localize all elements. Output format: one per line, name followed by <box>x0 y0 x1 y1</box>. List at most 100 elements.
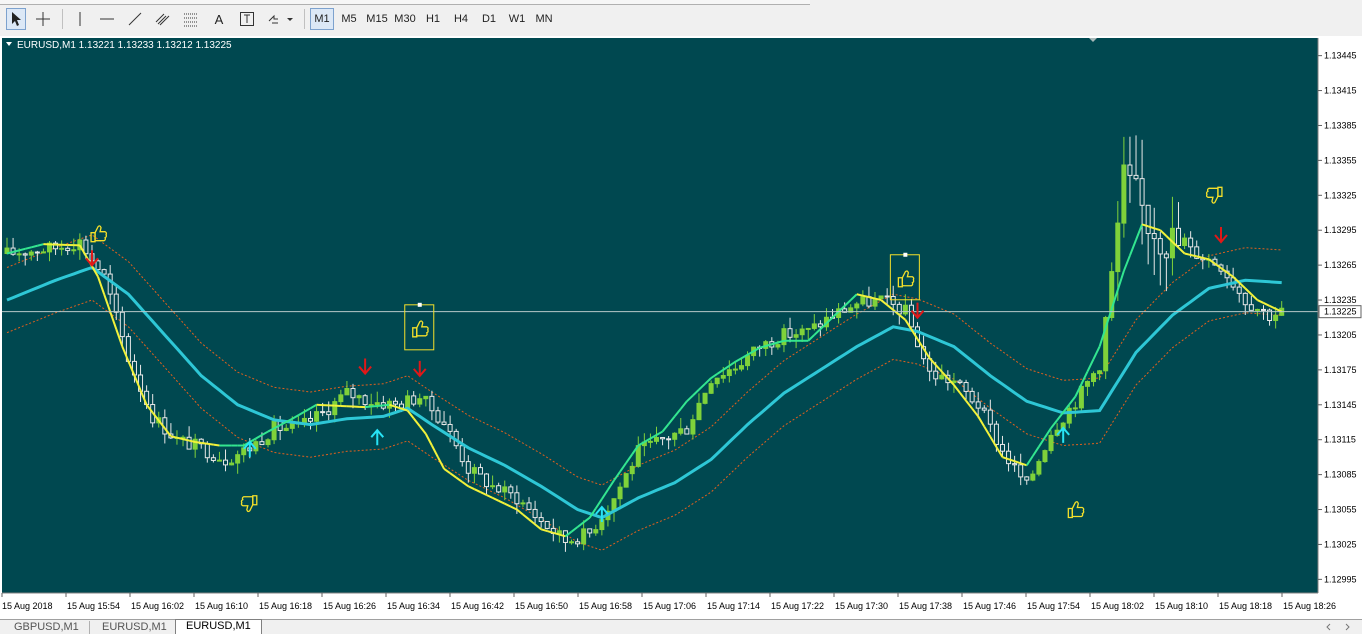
timeframe-mn-button[interactable]: MN <box>532 8 556 30</box>
candle-body <box>1274 315 1278 320</box>
text-tool[interactable]: A <box>208 8 230 30</box>
fast-ma-segment <box>1203 258 1209 259</box>
candle-body <box>958 381 962 382</box>
timeframe-m1-button[interactable]: M1 <box>310 8 334 30</box>
tabs-scroll-arrows-icon[interactable] <box>1326 621 1356 633</box>
candle-body <box>673 433 677 439</box>
candle-body <box>96 261 100 270</box>
candle-body <box>733 369 737 370</box>
arrows-dropdown-icon <box>266 11 294 27</box>
candle-body <box>351 389 355 398</box>
candle-body <box>472 468 476 474</box>
candle-body <box>1085 382 1089 387</box>
candle-body <box>746 356 750 366</box>
time-tick-label: 15 Aug 16:18 <box>259 601 312 611</box>
candle-body <box>478 468 482 474</box>
price-tick-label: 1.13055 <box>1324 505 1357 515</box>
candle-body <box>903 305 907 314</box>
candle-body <box>1098 371 1102 374</box>
trendline-tool[interactable] <box>124 8 146 30</box>
candle-body <box>17 254 21 255</box>
chart-tab-eurusd-active[interactable]: EURUSD,M1 <box>175 619 262 634</box>
arrows-tool[interactable] <box>264 8 296 30</box>
candle-body <box>576 542 580 544</box>
candle-body <box>709 384 713 394</box>
time-axis[interactable]: 15 Aug 201815 Aug 15:5415 Aug 16:0215 Au… <box>2 593 1336 611</box>
candle-body <box>272 421 276 439</box>
price-tick-label: 1.13025 <box>1324 539 1357 549</box>
timeframe-h1-button[interactable]: H1 <box>422 8 444 30</box>
timeframe-m30-button[interactable]: M30 <box>392 8 418 30</box>
candle-body <box>685 429 689 434</box>
candle-body <box>1025 477 1029 480</box>
candle-body <box>41 252 45 253</box>
candle-body <box>1189 238 1193 247</box>
candle-body <box>1067 408 1071 423</box>
time-tick-label: 15 Aug 17:06 <box>643 601 696 611</box>
horizontal-line-tool[interactable] <box>96 8 118 30</box>
candle-body <box>594 530 598 533</box>
fibonacci-icon <box>183 11 199 27</box>
current-price-label: 1.13225 <box>1319 306 1361 318</box>
cursor-tool[interactable] <box>6 8 26 30</box>
text-label-tool[interactable] <box>236 8 258 30</box>
candle-body <box>879 296 883 299</box>
chart-tab-gbpusd[interactable]: GBPUSD,M1 <box>4 621 90 634</box>
price-tick-label: 1.13175 <box>1324 365 1357 375</box>
timeframe-m5-button[interactable]: M5 <box>338 8 360 30</box>
time-tick-label: 15 Aug 17:54 <box>1027 601 1080 611</box>
candle-body <box>1122 165 1126 223</box>
candle-body <box>266 440 270 445</box>
fast-ma-segment <box>869 297 875 298</box>
candle-body <box>217 460 221 461</box>
price-chart[interactable]: EURUSD,M1 1.13221 1.13233 1.13212 1.1322… <box>0 36 1362 619</box>
fast-ma-segment <box>207 444 213 445</box>
time-tick-label: 15 Aug 17:22 <box>771 601 824 611</box>
candle-body <box>527 503 531 510</box>
timeframe-h4-button[interactable]: H4 <box>450 8 472 30</box>
time-tick-label: 15 Aug 16:42 <box>451 601 504 611</box>
candle-body <box>1031 474 1035 480</box>
candle-body <box>1243 293 1247 304</box>
vertical-line-tool[interactable] <box>70 8 90 30</box>
candle-body <box>794 335 798 338</box>
candle-body <box>224 460 228 465</box>
candle-body <box>988 410 992 424</box>
candle-body <box>782 329 786 345</box>
candle-body <box>430 396 434 410</box>
fast-ma-segment <box>213 445 219 446</box>
candle-body <box>982 408 986 410</box>
equidistant-channel-tool[interactable] <box>152 8 174 30</box>
candle-body <box>333 402 337 415</box>
candle-body <box>703 393 707 403</box>
candle-body <box>891 296 895 304</box>
candle-body <box>321 412 325 413</box>
candle-body <box>509 487 513 493</box>
chart-tabs-bar: GBPUSD,M1 EURUSD,M1 EURUSD,M1 <box>0 619 1362 634</box>
candle-body <box>1183 238 1187 245</box>
crosshair-tool[interactable] <box>32 8 54 30</box>
candle-body <box>964 383 968 392</box>
candle-body <box>545 521 549 528</box>
timeframe-d1-button[interactable]: D1 <box>478 8 500 30</box>
fast-ma-segment <box>171 436 177 437</box>
candle-body <box>491 486 495 487</box>
price-tick-label: 1.13085 <box>1324 470 1357 480</box>
fibonacci-tool[interactable] <box>180 8 202 30</box>
candle-body <box>205 444 209 458</box>
fast-ma-segment <box>1197 256 1203 257</box>
timeframe-m15-button[interactable]: M15 <box>364 8 390 30</box>
candle-body <box>327 412 331 415</box>
candle-body <box>120 312 124 336</box>
candle-body <box>940 375 944 379</box>
timeframe-w1-button[interactable]: W1 <box>506 8 528 30</box>
chart-window[interactable]: EURUSD,M1 1.13221 1.13233 1.13212 1.1322… <box>0 36 1362 619</box>
candle-body <box>424 396 428 398</box>
time-tick-label: 15 Aug 16:58 <box>579 601 632 611</box>
chart-plot-area[interactable] <box>2 38 1318 593</box>
time-tick-label: 15 Aug 17:46 <box>963 601 1016 611</box>
candle-body <box>812 324 816 329</box>
candle-body <box>290 423 294 428</box>
chart-tab-eurusd-1[interactable]: EURUSD,M1 <box>92 621 178 634</box>
candle-body <box>412 396 416 404</box>
